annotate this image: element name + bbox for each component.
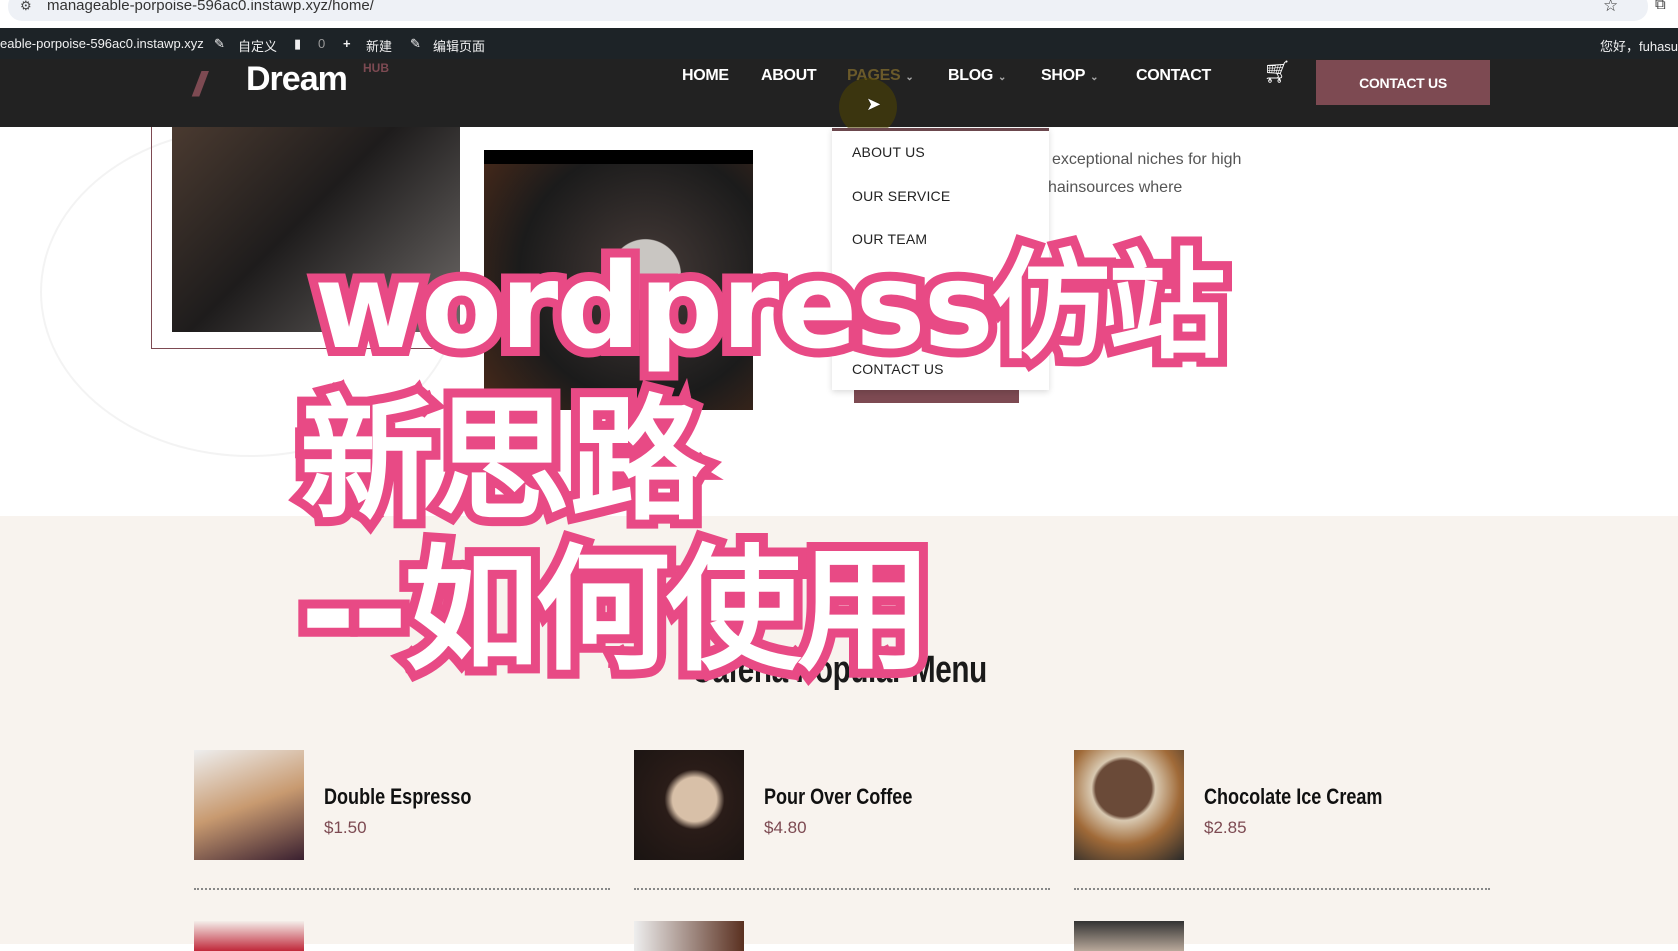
dropdown-our-team[interactable]: OUR TEAM: [852, 231, 927, 247]
extension-icon[interactable]: ⧉: [1655, 0, 1666, 13]
menu-item-image: [1074, 750, 1184, 860]
contact-us-button[interactable]: CONTACT US: [1316, 60, 1490, 105]
menu-item-image: [634, 750, 744, 860]
barista-image: [172, 127, 460, 332]
admin-new[interactable]: 新建: [366, 36, 392, 55]
dropdown-our-service[interactable]: OUR SERVICE: [852, 188, 950, 204]
mouse-pointer-icon: ➤: [866, 94, 882, 114]
about-text-line: e: [1175, 289, 1184, 306]
menu-item[interactable]: Pour Over Coffee $4.80: [634, 750, 1050, 890]
nav-shop[interactable]: SHOP ⌄: [1041, 67, 1099, 85]
browser-address-bar[interactable]: ⚙ manageable-porpoise-596ac0.instawp.xyz…: [0, 0, 1678, 28]
chevron-down-icon: ⌄: [1090, 72, 1099, 83]
menu-item[interactable]: Double Espresso $1.50: [194, 750, 610, 890]
menu-item-image: [194, 921, 304, 951]
menu-item[interactable]: Chocolate Ice Cream $2.85: [1074, 750, 1490, 890]
logo-mark-icon: //: [193, 66, 206, 104]
admin-customize[interactable]: 自定义: [238, 36, 277, 55]
divider: [194, 888, 610, 890]
nav-contact[interactable]: CONTACT: [1136, 67, 1211, 85]
site-header: // Dream HUB HOME ABOUT PAGES ⌄ BLOG ⌄ SHO…: [0, 59, 1678, 127]
about-text-line: exceptional niches for high: [1052, 151, 1242, 168]
about-read-more-button[interactable]: [854, 390, 1019, 403]
chevron-down-icon: ⌄: [905, 72, 914, 83]
section-subtitle: Ma: [853, 616, 873, 632]
popular-menu-section: Ma Cafena Popular Menu Double Espresso $…: [0, 516, 1678, 951]
menu-item-image: [1074, 921, 1184, 951]
menu-item-image: [194, 750, 304, 860]
brush-icon: ✎: [214, 36, 225, 51]
plus-icon: +: [343, 36, 351, 51]
pencil-icon: ✎: [410, 36, 421, 51]
comment-icon: ▮: [294, 36, 302, 51]
wp-admin-bar: eable-porpoise-596ac0.instawp.xyz ✎ 自定义 …: [0, 28, 1678, 59]
tune-icon[interactable]: ⚙: [20, 0, 32, 14]
section-title: Cafena Popular Menu: [691, 649, 987, 691]
nav-home[interactable]: HOME: [682, 67, 729, 85]
chevron-down-icon: ⌄: [998, 72, 1007, 83]
admin-greeting[interactable]: 您好，fuhasu: [1600, 36, 1678, 55]
nav-blog[interactable]: BLOG ⌄: [948, 67, 1006, 85]
admin-site-link[interactable]: eable-porpoise-596ac0.instawp.xyz: [0, 36, 204, 51]
dropdown-about-us[interactable]: ABOUT US: [852, 144, 925, 160]
coffee-cup-image: [484, 150, 753, 410]
divider: [634, 888, 1050, 890]
cart-icon[interactable]: 🛒︎: [1263, 59, 1291, 85]
dropdown-contact-us[interactable]: CONTACT US: [852, 361, 944, 377]
star-icon[interactable]: ☆: [1603, 0, 1618, 16]
admin-edit-page[interactable]: 编辑页面: [433, 36, 485, 55]
divider: [1074, 888, 1490, 890]
about-text-line: hainsources where: [1048, 179, 1183, 196]
pages-dropdown-menu: ABOUT US OUR SERVICE OUR TEAM CONTACT US: [832, 128, 1049, 390]
nav-about[interactable]: ABOUT: [761, 67, 817, 85]
menu-item-image: [634, 921, 744, 951]
url-text[interactable]: manageable-porpoise-596ac0.instawp.xyz/h…: [47, 0, 374, 14]
admin-comments-count[interactable]: 0: [318, 36, 325, 51]
